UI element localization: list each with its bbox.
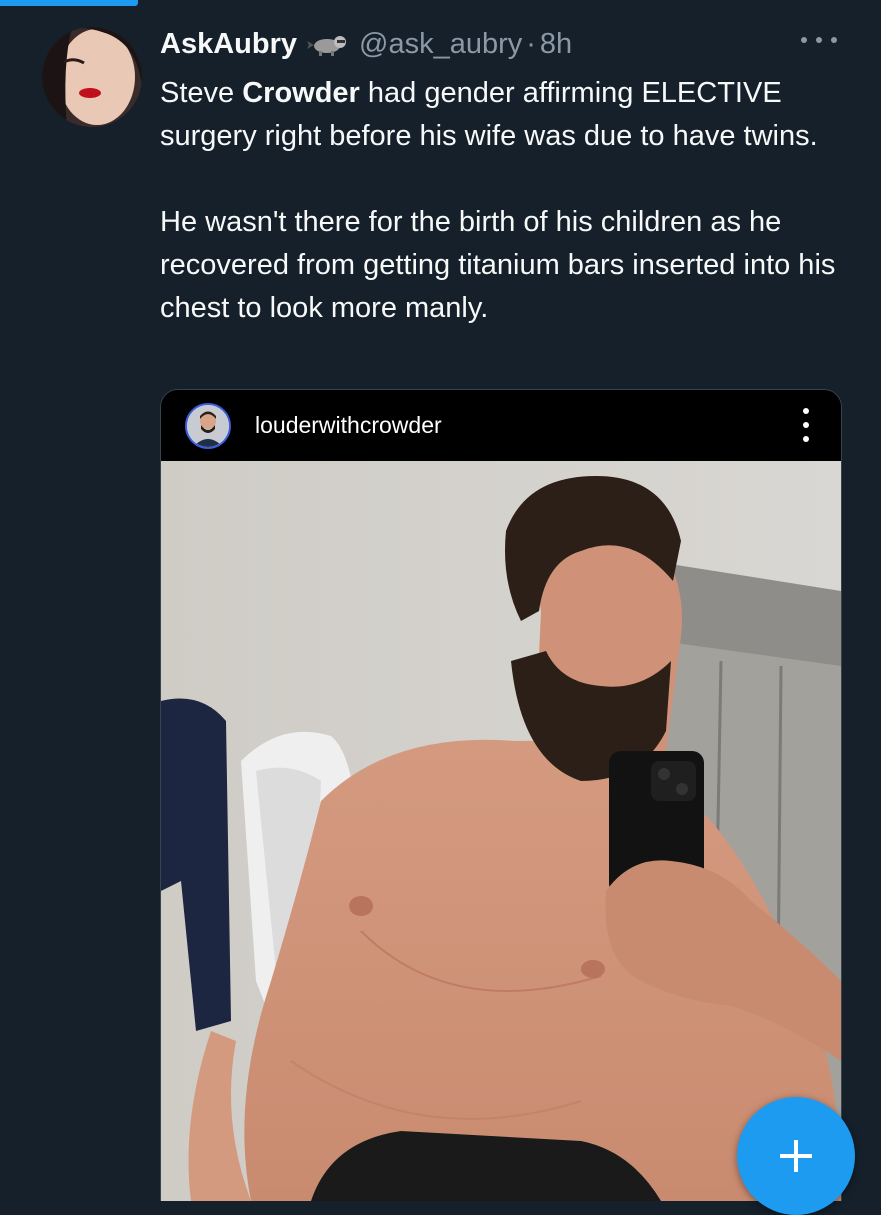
author-handle[interactable]: @ask_aubry [359,28,522,61]
tweet-paragraph-1: Steve Crowder had gender affirming ELECT… [160,72,840,158]
embedded-post-header: louderwithcrowder [161,390,841,461]
plus-icon [780,1140,812,1172]
embedded-photo [161,461,841,1201]
top-tab-indicator [0,0,138,6]
tweet-paragraph-2: He wasn't there for the birth of his chi… [160,206,836,324]
vertical-ellipsis-icon[interactable] [803,408,809,442]
bold-name: Crowder [242,77,360,109]
separator-dot: · [526,27,536,60]
tweet-header: AskAubry @ask_aubry · 8h [160,24,841,64]
avatar-image [42,27,142,127]
embedded-username[interactable]: louderwithcrowder [255,412,442,439]
author-display-name[interactable]: AskAubry [160,28,297,61]
more-options-icon[interactable] [801,30,837,50]
embedded-avatar [185,402,231,449]
text-segment: Steve [160,77,243,109]
attached-media[interactable]: louderwithcrowder [160,389,842,1201]
author-avatar[interactable] [42,27,142,127]
tweet-body: Steve Crowder had gender affirming ELECT… [160,72,840,330]
tweet-timestamp[interactable]: 8h [540,28,572,61]
raccoon-icon [307,31,351,57]
compose-tweet-button[interactable] [737,1097,855,1215]
